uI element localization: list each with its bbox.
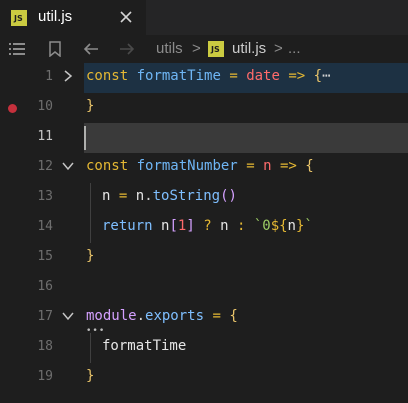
bookmark-icon[interactable] [46, 41, 64, 57]
line-number: 18 [37, 339, 53, 354]
breadcrumb-folder[interactable]: utils [156, 40, 183, 57]
code-text: n = n.toString() [102, 188, 237, 204]
line-number: 10 [37, 99, 53, 114]
code-line: 12 const formatNumber = n => { [0, 153, 408, 183]
line-number: 13 [37, 189, 53, 204]
breadcrumb-more[interactable]: ... [288, 40, 301, 57]
line-number: 15 [37, 249, 53, 264]
code-line: 16 [0, 273, 408, 303]
breadcrumb-separator: > [274, 40, 283, 57]
code-text: const formatTime = date => {⋯ [86, 68, 331, 84]
current-line-highlight [84, 123, 408, 153]
line-number: 11 [37, 129, 53, 144]
code-text: } [86, 368, 95, 384]
js-file-icon: JS [11, 10, 27, 26]
chevron-right-icon[interactable] [61, 69, 75, 83]
indent-guide [90, 213, 91, 243]
text-cursor [84, 126, 86, 150]
chevron-down-icon[interactable] [61, 309, 75, 323]
code-text: return n[1] ? n : `0${n}` [102, 218, 313, 234]
tab-util-js[interactable]: JS util.js [0, 0, 146, 35]
line-number: 17 [37, 309, 53, 324]
code-line: 14 return n[1] ? n : `0${n}` [0, 213, 408, 243]
line-number: 19 [37, 369, 53, 384]
tab-bar: JS util.js [0, 0, 408, 35]
code-text: } [86, 98, 95, 114]
indent-guide [90, 333, 91, 363]
back-arrow-icon[interactable] [82, 41, 100, 57]
line-number: 14 [37, 219, 53, 234]
line-number: 12 [37, 159, 53, 174]
line-number: 1 [45, 69, 53, 84]
tab-label: util.js [38, 8, 73, 25]
js-file-icon: JS [208, 41, 224, 57]
list-icon[interactable] [8, 41, 26, 57]
code-line: 19 } [0, 363, 408, 393]
line-number: 16 [37, 279, 53, 294]
close-icon[interactable] [117, 8, 135, 26]
code-editor[interactable]: 1 const formatTime = date => {⋯ 10 } 11 … [0, 63, 408, 403]
breadcrumb-separator: > [192, 40, 201, 57]
code-line: 10 } [0, 93, 408, 123]
code-line: 1 const formatTime = date => {⋯ [0, 63, 408, 93]
code-line: 18 formatTime [0, 333, 408, 363]
code-text: module.exports = { [86, 308, 238, 324]
forward-arrow-icon[interactable] [118, 41, 136, 57]
code-text: const formatNumber = n => { [86, 158, 314, 174]
code-text: } [86, 248, 95, 264]
indent-guide [90, 183, 91, 213]
breadcrumb-bar: utils > util.js > ... [0, 35, 408, 63]
code-line-current: 11 [0, 123, 408, 153]
code-line: 13 n = n.toString() [0, 183, 408, 213]
code-line: 15 } [0, 243, 408, 273]
chevron-down-icon[interactable] [61, 159, 75, 173]
breadcrumb-file[interactable]: util.js [232, 40, 266, 57]
code-text: formatTime [102, 338, 187, 354]
code-line: 17 module.exports = { ••• [0, 303, 408, 336]
folded-ellipsis: ⋯ [322, 68, 331, 84]
